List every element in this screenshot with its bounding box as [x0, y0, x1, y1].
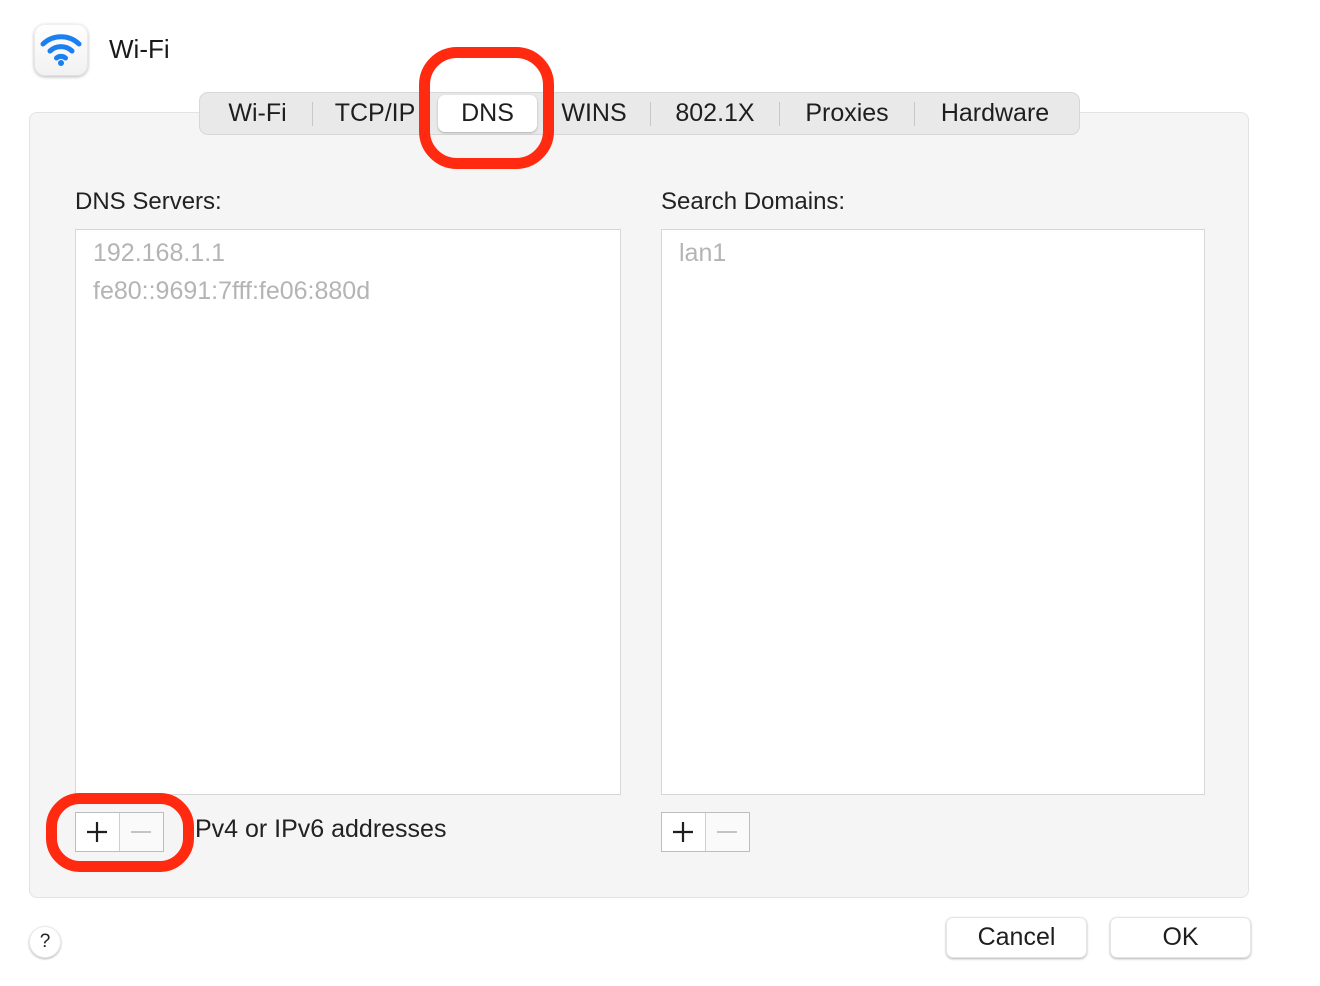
tab-separator	[779, 102, 780, 126]
tab-hardware[interactable]: Hardware	[919, 93, 1071, 134]
remove-search-domain-button[interactable]	[705, 813, 749, 851]
tab-separator	[650, 102, 651, 126]
minus-icon	[131, 831, 152, 833]
plus-icon	[87, 822, 108, 842]
dns-servers-add-remove	[75, 812, 164, 852]
minus-icon	[717, 831, 738, 833]
tab-wifi[interactable]: Wi-Fi	[207, 93, 308, 134]
tab-proxies[interactable]: Proxies	[784, 93, 910, 134]
search-domains-list[interactable]: lan1	[661, 229, 1205, 795]
wifi-icon	[40, 34, 82, 66]
window-title: Wi-Fi	[109, 34, 170, 64]
wifi-app-icon	[34, 24, 88, 76]
add-dns-server-button[interactable]	[76, 813, 120, 851]
cancel-button[interactable]: Cancel	[946, 917, 1087, 958]
list-item[interactable]: lan1	[662, 234, 1204, 272]
dns-servers-hint: IPv4 or IPv6 addresses	[188, 815, 447, 843]
ok-button[interactable]: OK	[1110, 917, 1251, 958]
search-domains-label: Search Domains:	[661, 188, 846, 215]
plus-icon	[673, 822, 694, 842]
tab-separator	[312, 102, 313, 126]
tab-wins[interactable]: WINS	[543, 93, 645, 134]
add-search-domain-button[interactable]	[662, 813, 706, 851]
tab-8021x[interactable]: 802.1X	[655, 93, 775, 134]
tab-separator	[914, 102, 915, 126]
network-dns-settings-window: Wi-Fi Wi-Fi TCP/IP DNS WINS 802.1X Proxi…	[0, 0, 1320, 986]
tab-dns[interactable]: DNS	[438, 95, 537, 132]
help-button[interactable]: ?	[29, 926, 61, 958]
list-item[interactable]: fe80::9691:7fff:fe06:880d	[76, 272, 620, 310]
search-domains-add-remove	[661, 812, 750, 852]
remove-dns-server-button[interactable]	[119, 813, 163, 851]
dns-servers-label: DNS Servers:	[75, 188, 222, 215]
tab-tcpip[interactable]: TCP/IP	[318, 93, 432, 134]
list-item[interactable]: 192.168.1.1	[76, 234, 620, 272]
dns-servers-list[interactable]: 192.168.1.1 fe80::9691:7fff:fe06:880d	[75, 229, 621, 795]
